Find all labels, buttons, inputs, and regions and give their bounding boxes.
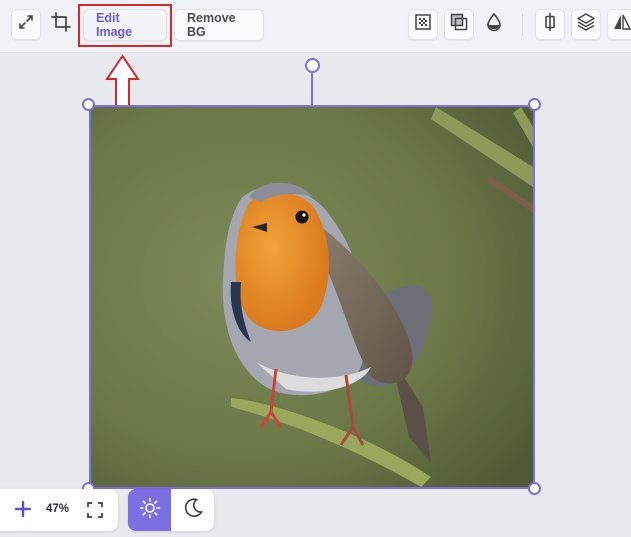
fit-screen-button[interactable]: [86, 501, 104, 519]
dark-mode-button[interactable]: [171, 489, 214, 531]
toolbar-divider: [522, 14, 523, 36]
remove-bg-button[interactable]: Remove BG: [174, 9, 264, 41]
transparency-button[interactable]: [408, 9, 438, 40]
flip-icon: [612, 12, 631, 37]
crop-icon: [51, 12, 71, 37]
transparency-icon: [413, 12, 433, 37]
zoom-control: 47%: [0, 489, 118, 531]
align-icon: [540, 12, 560, 37]
expand-icon: [16, 12, 36, 37]
resize-handle-bottom-right[interactable]: [528, 482, 541, 495]
theme-toggle: [128, 489, 214, 531]
overlap-icon: [449, 12, 469, 37]
rotation-line: [311, 72, 313, 106]
layers-icon: [576, 12, 596, 37]
flip-button[interactable]: [607, 9, 631, 40]
drop-icon: [484, 12, 504, 37]
layers-button[interactable]: [571, 9, 601, 40]
overlap-button[interactable]: [444, 9, 474, 40]
light-mode-button[interactable]: [128, 489, 171, 531]
resize-handle-top-right[interactable]: [528, 98, 541, 111]
expand-button[interactable]: [11, 9, 41, 40]
sun-icon: [139, 497, 161, 524]
plus-icon: [12, 500, 34, 524]
align-button[interactable]: [535, 9, 565, 40]
top-toolbar: Edit Image Remove BG: [0, 0, 631, 53]
crop-button[interactable]: [46, 9, 76, 40]
resize-handle-top-left[interactable]: [82, 98, 95, 111]
zoom-level: 47%: [46, 503, 70, 515]
selection-frame: [89, 105, 535, 489]
drop-button[interactable]: [479, 9, 509, 40]
highlight-box: [78, 4, 172, 47]
moon-icon: [182, 497, 204, 524]
rotate-handle[interactable]: [305, 58, 320, 73]
fit-screen-icon: [86, 502, 104, 523]
zoom-in-button[interactable]: [12, 498, 34, 520]
